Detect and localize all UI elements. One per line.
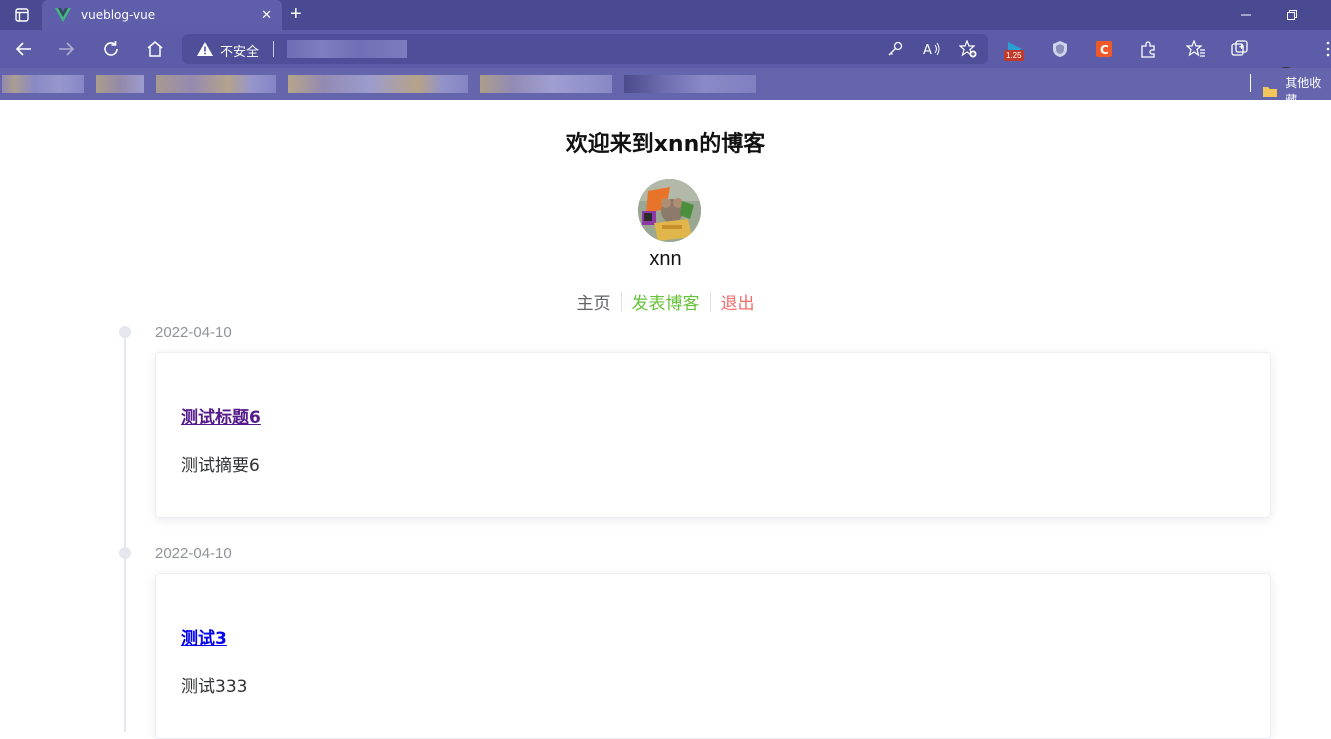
username: xnn <box>649 248 682 270</box>
warning-icon <box>197 42 213 56</box>
bookmark-item[interactable] <box>288 75 468 93</box>
forward-icon[interactable] <box>47 30 87 68</box>
post-summary: 测试摘要6 <box>181 456 260 476</box>
restore-icon[interactable] <box>1270 0 1314 30</box>
tab-strip: vueblog-vue ✕ + <box>0 0 1331 30</box>
security-label[interactable]: 不安全 <box>220 41 259 60</box>
folder-icon <box>1263 87 1277 97</box>
tab-close-icon[interactable]: ✕ <box>261 7 272 23</box>
address-bar[interactable]: 不安全 A <box>182 34 988 64</box>
site-title: 欢迎来到xnn的博客 <box>565 132 766 157</box>
more-menu-icon[interactable] <box>1318 39 1331 59</box>
back-icon[interactable] <box>3 30 43 68</box>
extension-badge: 1.25 <box>1004 50 1024 61</box>
c-extension-icon[interactable]: C <box>1094 39 1114 59</box>
new-tab-icon[interactable]: + <box>290 3 302 25</box>
post-date: 2022-04-10 <box>155 324 232 341</box>
add-favorite-icon[interactable] <box>958 39 978 59</box>
bookmarks-bar: 其他收藏 <box>0 68 1331 107</box>
timeline-node <box>119 547 131 559</box>
bookmark-item[interactable] <box>480 75 612 93</box>
browser-tab[interactable]: vueblog-vue ✕ <box>42 0 282 30</box>
collections-icon[interactable] <box>1230 39 1250 59</box>
user-avatar <box>638 179 701 242</box>
bookmark-item[interactable] <box>96 75 144 93</box>
bookmarks-divider <box>1250 74 1251 92</box>
post-title-link[interactable]: 测试3 <box>181 624 227 649</box>
address-toolbar: 不安全 A C <box>0 30 1331 91</box>
timeline-axis <box>124 332 126 732</box>
vue-logo-icon <box>55 8 71 22</box>
post-card: 测试标题6 测试摘要6 <box>155 352 1271 518</box>
nav-logout-link[interactable]: 退出 <box>721 289 755 314</box>
favorites-icon[interactable] <box>1186 39 1206 59</box>
nav-divider <box>709 291 711 312</box>
key-icon[interactable] <box>885 39 905 59</box>
post-date: 2022-04-10 <box>155 545 232 562</box>
bookmark-item[interactable] <box>624 75 756 93</box>
page-content: 欢迎来到xnn的博客 xnn 主页 发表博客 退出 2022-04-10 测试标… <box>0 100 1331 739</box>
svg-text:A: A <box>923 43 932 57</box>
svg-text:C: C <box>1100 43 1109 57</box>
bookmark-item[interactable] <box>156 75 276 93</box>
read-aloud-icon[interactable]: A <box>922 39 942 59</box>
post-title-link[interactable]: 测试标题6 <box>181 403 261 428</box>
bookmark-item[interactable] <box>2 75 84 93</box>
tab-title: vueblog-vue <box>81 8 156 22</box>
nav-post-blog-link[interactable]: 发表博客 <box>632 289 700 314</box>
url-text-blurred[interactable] <box>287 40 407 58</box>
timeline-node <box>119 326 131 338</box>
nav-home-link[interactable]: 主页 <box>577 289 611 314</box>
minimize-icon[interactable] <box>1224 0 1268 30</box>
shield-extension-icon[interactable] <box>1050 39 1070 59</box>
post-summary: 测试333 <box>181 677 248 697</box>
nav-menu: 主页 发表博客 退出 <box>0 289 1331 314</box>
home-icon[interactable] <box>135 30 175 68</box>
extensions-icon[interactable] <box>1138 39 1158 59</box>
refresh-icon[interactable] <box>91 30 131 68</box>
tab-actions-icon[interactable] <box>0 0 44 30</box>
nav-divider <box>620 291 622 312</box>
omnibox-divider <box>273 41 274 57</box>
post-card: 测试3 测试333 <box>155 573 1271 739</box>
